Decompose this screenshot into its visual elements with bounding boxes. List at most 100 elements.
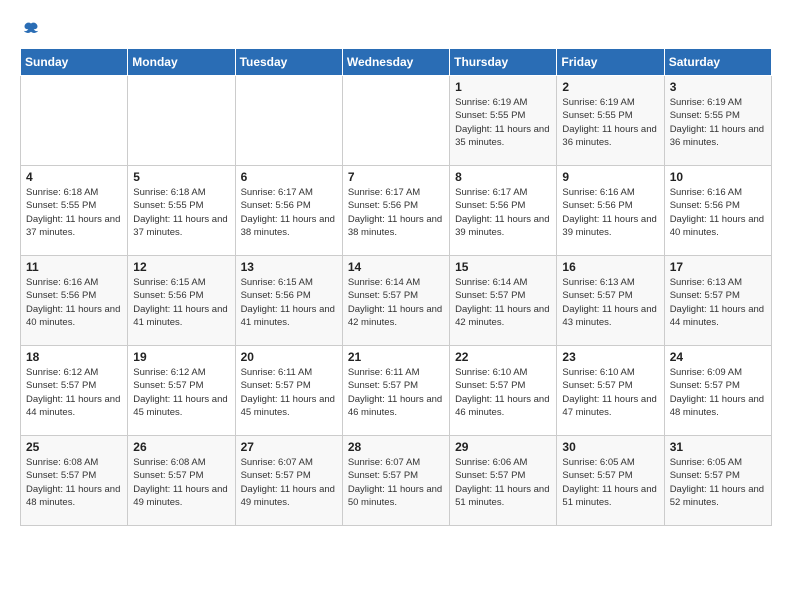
- calendar-week-5: 25 Sunrise: 6:08 AM Sunset: 5:57 PM Dayli…: [21, 436, 772, 526]
- day-number: 3: [670, 80, 766, 94]
- day-number: 10: [670, 170, 766, 184]
- calendar-week-1: 1 Sunrise: 6:19 AM Sunset: 5:55 PM Daylig…: [21, 76, 772, 166]
- calendar-cell: 25 Sunrise: 6:08 AM Sunset: 5:57 PM Dayli…: [21, 436, 128, 526]
- calendar-cell: 16 Sunrise: 6:13 AM Sunset: 5:57 PM Dayli…: [557, 256, 664, 346]
- calendar-cell: 13 Sunrise: 6:15 AM Sunset: 5:56 PM Dayli…: [235, 256, 342, 346]
- day-number: 8: [455, 170, 551, 184]
- day-number: 1: [455, 80, 551, 94]
- calendar-cell: 26 Sunrise: 6:08 AM Sunset: 5:57 PM Dayli…: [128, 436, 235, 526]
- day-number: 14: [348, 260, 444, 274]
- calendar-cell: 30Sunrise: 6:05 AM Sunset: 5:57 PM Dayli…: [557, 436, 664, 526]
- calendar-cell: [128, 76, 235, 166]
- day-number: 16: [562, 260, 658, 274]
- day-number: 15: [455, 260, 551, 274]
- cell-detail: Sunrise: 6:09 AM Sunset: 5:57 PM Dayligh…: [670, 366, 766, 419]
- cell-detail: Sunrise: 6:12 AM Sunset: 5:57 PM Dayligh…: [26, 366, 122, 419]
- col-header-thursday: Thursday: [450, 49, 557, 76]
- cell-detail: Sunrise: 6:13 AM Sunset: 5:57 PM Dayligh…: [562, 276, 658, 329]
- cell-detail: Sunrise: 6:11 AM Sunset: 5:57 PM Dayligh…: [241, 366, 337, 419]
- calendar-week-3: 11 Sunrise: 6:16 AM Sunset: 5:56 PM Dayli…: [21, 256, 772, 346]
- day-number: 18: [26, 350, 122, 364]
- cell-detail: Sunrise: 6:15 AM Sunset: 5:56 PM Dayligh…: [241, 276, 337, 329]
- col-header-tuesday: Tuesday: [235, 49, 342, 76]
- calendar-cell: 15Sunrise: 6:14 AM Sunset: 5:57 PM Dayli…: [450, 256, 557, 346]
- cell-detail: Sunrise: 6:06 AM Sunset: 5:57 PM Dayligh…: [455, 456, 551, 509]
- day-number: 6: [241, 170, 337, 184]
- cell-detail: Sunrise: 6:16 AM Sunset: 5:56 PM Dayligh…: [670, 186, 766, 239]
- day-number: 21: [348, 350, 444, 364]
- cell-detail: Sunrise: 6:18 AM Sunset: 5:55 PM Dayligh…: [133, 186, 229, 239]
- day-number: 29: [455, 440, 551, 454]
- calendar-cell: [235, 76, 342, 166]
- col-header-monday: Monday: [128, 49, 235, 76]
- calendar-cell: 29 Sunrise: 6:06 AM Sunset: 5:57 PM Dayli…: [450, 436, 557, 526]
- calendar-cell: 17Sunrise: 6:13 AM Sunset: 5:57 PM Dayli…: [664, 256, 771, 346]
- cell-detail: Sunrise: 6:15 AM Sunset: 5:56 PM Dayligh…: [133, 276, 229, 329]
- calendar-header-row: SundayMondayTuesdayWednesdayThursdayFrid…: [21, 49, 772, 76]
- day-number: 4: [26, 170, 122, 184]
- calendar-cell: 24 Sunrise: 6:09 AM Sunset: 5:57 PM Dayli…: [664, 346, 771, 436]
- calendar-cell: [342, 76, 449, 166]
- col-header-friday: Friday: [557, 49, 664, 76]
- calendar-cell: 22 Sunrise: 6:10 AM Sunset: 5:57 PM Dayli…: [450, 346, 557, 436]
- cell-detail: Sunrise: 6:19 AM Sunset: 5:55 PM Dayligh…: [670, 96, 766, 149]
- day-number: 26: [133, 440, 229, 454]
- cell-detail: Sunrise: 6:12 AM Sunset: 5:57 PM Dayligh…: [133, 366, 229, 419]
- calendar-cell: 5 Sunrise: 6:18 AM Sunset: 5:55 PM Daylig…: [128, 166, 235, 256]
- day-number: 12: [133, 260, 229, 274]
- day-number: 25: [26, 440, 122, 454]
- cell-detail: Sunrise: 6:18 AM Sunset: 5:55 PM Dayligh…: [26, 186, 122, 239]
- calendar-cell: 12 Sunrise: 6:15 AM Sunset: 5:56 PM Dayli…: [128, 256, 235, 346]
- day-number: 17: [670, 260, 766, 274]
- day-number: 24: [670, 350, 766, 364]
- calendar-cell: 20 Sunrise: 6:11 AM Sunset: 5:57 PM Dayli…: [235, 346, 342, 436]
- day-number: 11: [26, 260, 122, 274]
- cell-detail: Sunrise: 6:19 AM Sunset: 5:55 PM Dayligh…: [455, 96, 551, 149]
- calendar-week-4: 18 Sunrise: 6:12 AM Sunset: 5:57 PM Dayli…: [21, 346, 772, 436]
- day-number: 20: [241, 350, 337, 364]
- calendar-week-2: 4 Sunrise: 6:18 AM Sunset: 5:55 PM Daylig…: [21, 166, 772, 256]
- calendar-cell: 18 Sunrise: 6:12 AM Sunset: 5:57 PM Dayli…: [21, 346, 128, 436]
- calendar-cell: 14 Sunrise: 6:14 AM Sunset: 5:57 PM Dayli…: [342, 256, 449, 346]
- cell-detail: Sunrise: 6:10 AM Sunset: 5:57 PM Dayligh…: [455, 366, 551, 419]
- logo-bird-icon: [22, 20, 40, 38]
- day-number: 9: [562, 170, 658, 184]
- day-number: 5: [133, 170, 229, 184]
- calendar-cell: 11 Sunrise: 6:16 AM Sunset: 5:56 PM Dayli…: [21, 256, 128, 346]
- col-header-sunday: Sunday: [21, 49, 128, 76]
- calendar-cell: 21Sunrise: 6:11 AM Sunset: 5:57 PM Dayli…: [342, 346, 449, 436]
- calendar-cell: 19 Sunrise: 6:12 AM Sunset: 5:57 PM Dayli…: [128, 346, 235, 436]
- day-number: 19: [133, 350, 229, 364]
- day-number: 27: [241, 440, 337, 454]
- cell-detail: Sunrise: 6:17 AM Sunset: 5:56 PM Dayligh…: [348, 186, 444, 239]
- calendar-cell: 23 Sunrise: 6:10 AM Sunset: 5:57 PM Dayli…: [557, 346, 664, 436]
- calendar-cell: 3 Sunrise: 6:19 AM Sunset: 5:55 PM Daylig…: [664, 76, 771, 166]
- logo: [20, 20, 40, 38]
- calendar-cell: 6Sunrise: 6:17 AM Sunset: 5:56 PM Daylig…: [235, 166, 342, 256]
- calendar-cell: [21, 76, 128, 166]
- calendar-cell: 2Sunrise: 6:19 AM Sunset: 5:55 PM Daylig…: [557, 76, 664, 166]
- cell-detail: Sunrise: 6:08 AM Sunset: 5:57 PM Dayligh…: [133, 456, 229, 509]
- cell-detail: Sunrise: 6:05 AM Sunset: 5:57 PM Dayligh…: [670, 456, 766, 509]
- cell-detail: Sunrise: 6:16 AM Sunset: 5:56 PM Dayligh…: [26, 276, 122, 329]
- page-header: [20, 20, 772, 38]
- day-number: 7: [348, 170, 444, 184]
- calendar-cell: 28 Sunrise: 6:07 AM Sunset: 5:57 PM Dayli…: [342, 436, 449, 526]
- cell-detail: Sunrise: 6:07 AM Sunset: 5:57 PM Dayligh…: [241, 456, 337, 509]
- cell-detail: Sunrise: 6:16 AM Sunset: 5:56 PM Dayligh…: [562, 186, 658, 239]
- calendar-table: SundayMondayTuesdayWednesdayThursdayFrid…: [20, 48, 772, 526]
- col-header-saturday: Saturday: [664, 49, 771, 76]
- cell-detail: Sunrise: 6:07 AM Sunset: 5:57 PM Dayligh…: [348, 456, 444, 509]
- cell-detail: Sunrise: 6:08 AM Sunset: 5:57 PM Dayligh…: [26, 456, 122, 509]
- calendar-cell: 31Sunrise: 6:05 AM Sunset: 5:57 PM Dayli…: [664, 436, 771, 526]
- day-number: 28: [348, 440, 444, 454]
- calendar-cell: 9 Sunrise: 6:16 AM Sunset: 5:56 PM Daylig…: [557, 166, 664, 256]
- day-number: 22: [455, 350, 551, 364]
- cell-detail: Sunrise: 6:05 AM Sunset: 5:57 PM Dayligh…: [562, 456, 658, 509]
- cell-detail: Sunrise: 6:10 AM Sunset: 5:57 PM Dayligh…: [562, 366, 658, 419]
- day-number: 13: [241, 260, 337, 274]
- day-number: 2: [562, 80, 658, 94]
- cell-detail: Sunrise: 6:14 AM Sunset: 5:57 PM Dayligh…: [348, 276, 444, 329]
- day-number: 23: [562, 350, 658, 364]
- col-header-wednesday: Wednesday: [342, 49, 449, 76]
